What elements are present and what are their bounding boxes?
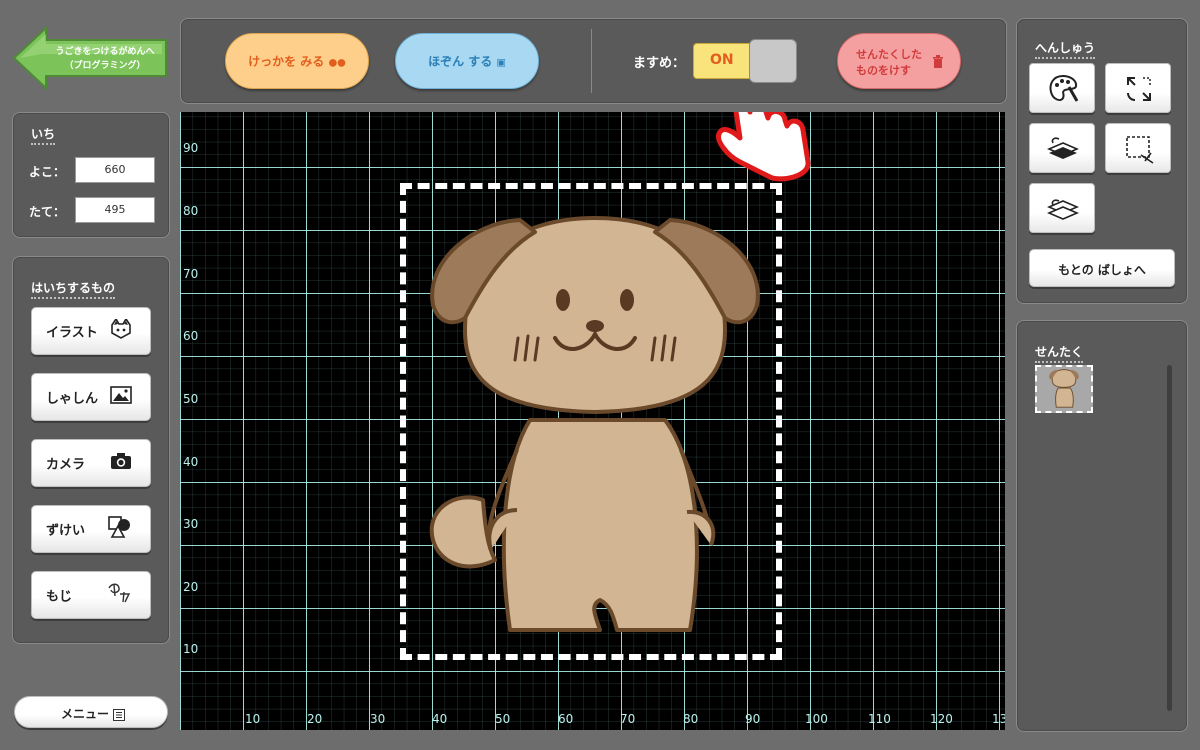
y-label: たて：	[29, 205, 66, 219]
floppy-disk-icon: ▣	[496, 57, 506, 69]
menu-label: メニュー	[61, 707, 110, 721]
toolbar-divider	[591, 29, 592, 93]
edit-panel: へんしゅう もとの ばしょへ	[1016, 18, 1188, 304]
y-position-input[interactable]: 495	[75, 197, 155, 223]
delete-label-line1: せんたくした	[856, 48, 922, 61]
place-panel-title: はいちするもの	[31, 279, 116, 299]
grid-snap-label: ますめ：	[633, 56, 686, 71]
bring-forward-icon	[1047, 137, 1079, 159]
trash-icon	[932, 54, 944, 73]
back-button-label-line1: うごきをつけるがめんへ	[55, 47, 155, 57]
delete-label-line2: ものをけす	[856, 64, 911, 77]
color-palette-button[interactable]	[1029, 63, 1095, 113]
dog-thumbnail-icon	[1049, 369, 1079, 408]
x-tick-label: 13	[992, 712, 1005, 726]
toggle-knob	[749, 39, 797, 83]
illustration-button[interactable]: イラスト	[31, 307, 151, 355]
edit-panel-title: へんしゅう	[1035, 39, 1096, 59]
x-tick-label: 100	[805, 712, 828, 726]
photo-button[interactable]: しゃしん	[31, 373, 151, 421]
x-tick-label: 50	[495, 712, 511, 726]
y-tick-label: 40	[183, 455, 199, 469]
menu-list-icon	[113, 706, 125, 725]
camera-label: カメラ	[46, 457, 86, 473]
x-tick-label: 110	[868, 712, 891, 726]
view-result-button[interactable]: けっかを みる ●●	[225, 33, 369, 89]
bring-forward-button[interactable]	[1029, 123, 1095, 173]
x-tick-label: 70	[620, 712, 636, 726]
x-tick-label: 40	[432, 712, 448, 726]
x-tick-label: 10	[245, 712, 261, 726]
selection-scrollbar[interactable]	[1167, 365, 1172, 711]
text-label: もじ	[46, 589, 73, 605]
resize-button[interactable]	[1105, 63, 1171, 113]
back-to-programming-button[interactable]: うごきをつけるがめんへ （プログラミング）	[12, 26, 168, 90]
text-icon	[106, 582, 132, 608]
menu-button[interactable]: メニュー	[14, 696, 168, 728]
selected-item-thumbnail[interactable]	[1035, 365, 1093, 413]
selection-panel-title: せんたく	[1035, 343, 1084, 363]
palette-icon	[1049, 74, 1079, 102]
reset-position-button[interactable]: もとの ばしょへ	[1029, 249, 1175, 287]
pointing-hand-icon	[716, 112, 811, 182]
selection-panel: せんたく	[1016, 320, 1188, 732]
shapes-label: ずけい	[46, 523, 86, 539]
send-backward-icon	[1047, 199, 1079, 220]
x-tick-label: 80	[683, 712, 699, 726]
x-tick-label: 60	[558, 712, 574, 726]
dog-illustration[interactable]	[425, 210, 765, 650]
y-tick-label: 70	[183, 267, 199, 281]
save-button[interactable]: ほぞん する ▣	[395, 33, 539, 89]
view-result-label: けっかを みる	[248, 54, 325, 69]
cat-face-icon	[110, 317, 132, 343]
y-tick-label: 80	[183, 204, 199, 218]
x-tick-label: 20	[307, 712, 323, 726]
position-panel-title: いち	[31, 125, 56, 145]
x-position-input[interactable]: 660	[75, 157, 155, 183]
top-toolbar: けっかを みる ●● ほぞん する ▣ ますめ： ON せんたくした ものをけす	[180, 18, 1007, 104]
photo-label: しゃしん	[46, 391, 99, 407]
crop-icon	[1126, 136, 1154, 164]
crop-button[interactable]	[1105, 123, 1171, 173]
shapes-icon	[108, 516, 132, 542]
y-tick-label: 90	[183, 141, 199, 155]
y-tick-label: 60	[183, 329, 199, 343]
glasses-icon: ●●	[328, 57, 346, 69]
illustration-label: イラスト	[46, 325, 98, 341]
x-label: よこ：	[29, 165, 66, 179]
x-tick-label: 30	[370, 712, 386, 726]
save-label: ほぞん する	[428, 54, 493, 69]
x-tick-label: 90	[745, 712, 761, 726]
camera-button[interactable]: カメラ	[31, 439, 151, 487]
place-items-panel: はいちするもの イラスト しゃしん カメラ ずけい もじ	[12, 256, 170, 644]
position-panel: いち よこ： 660 たて： 495	[12, 112, 170, 238]
x-tick-label: 120	[930, 712, 953, 726]
send-backward-button[interactable]	[1029, 183, 1095, 233]
text-button[interactable]: もじ	[31, 571, 151, 619]
grid-snap-toggle[interactable]: ON	[691, 39, 797, 83]
y-tick-label: 30	[183, 517, 199, 531]
shapes-button[interactable]: ずけい	[31, 505, 151, 553]
y-tick-label: 20	[183, 580, 199, 594]
photo-icon	[110, 386, 132, 408]
reset-position-label: もとの ばしょへ	[1058, 263, 1146, 277]
delete-selected-button[interactable]: せんたくした ものをけす	[837, 33, 961, 89]
editor-canvas[interactable]: 90 80 70 60 50 40 30 20 10 10 20 30 40 5…	[180, 112, 1005, 730]
y-tick-label: 50	[183, 392, 199, 406]
y-tick-label: 10	[183, 642, 199, 656]
toggle-state-label: ON	[710, 52, 734, 68]
back-button-label-line2: （プログラミング）	[64, 61, 146, 71]
resize-icon	[1127, 77, 1151, 101]
camera-icon	[110, 452, 132, 474]
